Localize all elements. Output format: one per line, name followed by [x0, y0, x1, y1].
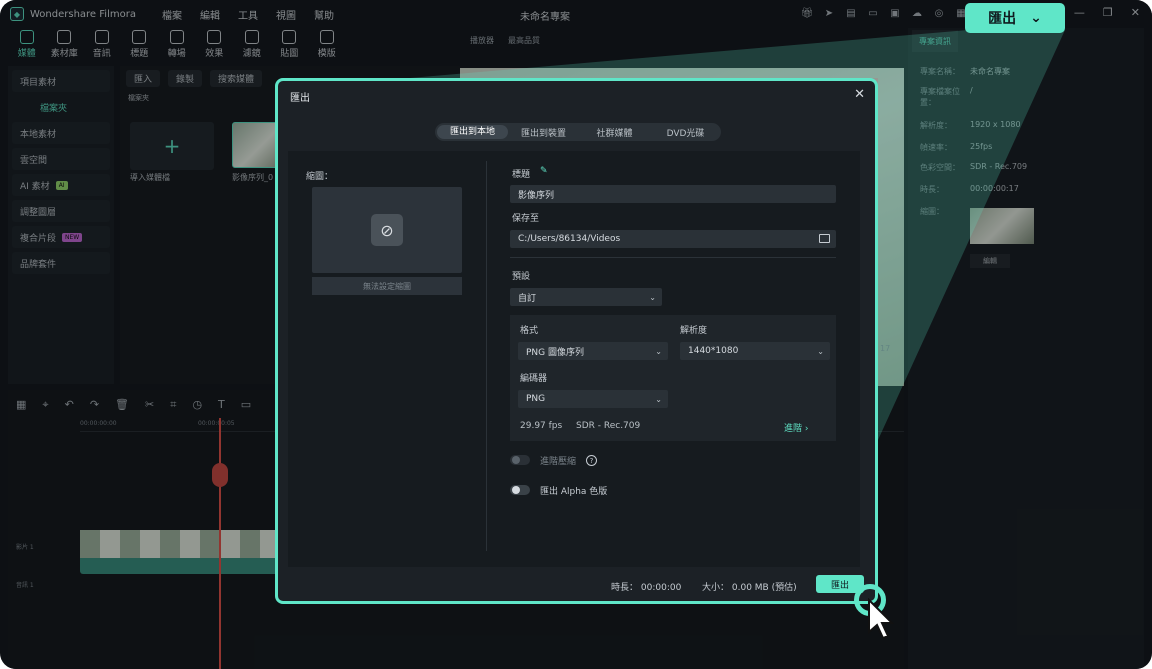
- resolution-label: 解析度: [680, 326, 708, 336]
- advanced-link[interactable]: 進階 ›: [784, 421, 809, 434]
- duration-info: 時長： 00:00:00: [611, 583, 682, 593]
- export-top-button[interactable]: 匯出 ⌄: [965, 3, 1065, 33]
- preset-label: 預設: [512, 272, 531, 282]
- advanced-compress-label: 進階壓縮: [540, 457, 577, 467]
- chevron-down-icon: ⌄: [649, 292, 656, 302]
- size-info: 大小： 0.00 MB (預估): [702, 583, 797, 593]
- export-alpha-toggle[interactable]: [510, 485, 530, 495]
- chevron-right-icon: ›: [804, 424, 809, 434]
- save-path-input[interactable]: C:/Users/86134/Videos: [510, 230, 836, 248]
- save-to-label: 保存至: [512, 214, 540, 224]
- tab-social[interactable]: 社群媒體: [579, 126, 650, 139]
- ai-rename-icon[interactable]: ✎: [540, 166, 548, 176]
- set-thumbnail-button: 無法設定縮圖: [312, 277, 462, 295]
- advanced-compress-toggle[interactable]: [510, 455, 530, 465]
- no-entry-icon: ⊘: [371, 214, 403, 246]
- encoder-label: 編碼器: [520, 374, 548, 384]
- color-space-value: SDR - Rec.709: [576, 421, 641, 431]
- divider: [486, 161, 487, 551]
- folder-icon[interactable]: [819, 234, 830, 243]
- resolution-select[interactable]: 1440*1080 ⌄: [680, 342, 830, 360]
- thumbnail-label: 縮圖：: [306, 172, 334, 182]
- divider: [510, 257, 836, 258]
- tab-dvd[interactable]: DVD光碟: [650, 126, 721, 139]
- tab-export-local[interactable]: 匯出到本地: [437, 125, 508, 139]
- fps-value: 29.97 fps: [520, 421, 563, 431]
- format-label: 格式: [520, 326, 539, 336]
- chevron-down-icon: ⌄: [655, 394, 662, 404]
- preset-select[interactable]: 自訂 ⌄: [510, 288, 662, 306]
- chevron-down-icon: ⌄: [655, 346, 662, 356]
- dialog-body: 縮圖： ⊘ 無法設定縮圖 標題 ✎ 影像序列 保存至 C:/Users/8613…: [288, 151, 860, 567]
- thumbnail-preview: ⊘: [312, 187, 462, 273]
- dialog-title: 匯出: [290, 93, 310, 104]
- title-input[interactable]: 影像序列: [510, 185, 836, 203]
- export-tabs: 匯出到本地 匯出到裝置 社群媒體 DVD光碟: [435, 123, 721, 141]
- export-dialog: 匯出 ✕ 匯出到本地 匯出到裝置 社群媒體 DVD光碟 縮圖： ⊘ 無法設定縮圖…: [275, 78, 878, 604]
- encoder-select[interactable]: PNG ⌄: [518, 390, 668, 408]
- chevron-down-icon: ⌄: [817, 346, 824, 356]
- export-alpha-label: 匯出 Alpha 色版: [540, 487, 608, 497]
- title-label: 標題: [512, 170, 531, 180]
- tab-export-device[interactable]: 匯出到裝置: [508, 126, 579, 139]
- filmora-window: ◆ Wondershare Filmora 檔案 編輯 工具 視圖 幫助 未命名…: [0, 0, 1152, 669]
- help-icon[interactable]: ?: [586, 455, 597, 466]
- close-icon[interactable]: ✕: [854, 87, 865, 102]
- format-select[interactable]: PNG 圖像序列 ⌄: [518, 342, 668, 360]
- format-panel: 格式 PNG 圖像序列 ⌄ 解析度 1440*1080 ⌄ 編碼器 PNG ⌄ 29.…: [510, 315, 836, 441]
- mouse-cursor-icon: [868, 598, 894, 640]
- chevron-down-icon: ⌄: [1030, 10, 1042, 26]
